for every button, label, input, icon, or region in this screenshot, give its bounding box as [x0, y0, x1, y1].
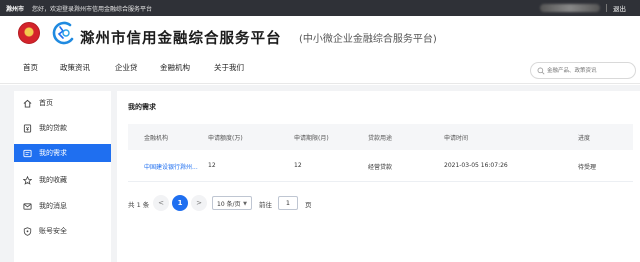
- search-icon[interactable]: [537, 67, 545, 75]
- sidebar-item-label: 账号安全: [39, 227, 67, 235]
- platform-logo-icon: [52, 21, 74, 45]
- chevron-down-icon: ▼: [243, 201, 247, 207]
- nav-item-policy[interactable]: 政策资讯: [60, 62, 90, 73]
- sidebar-item-label: 我的贷款: [39, 124, 67, 132]
- nav-item-institutions[interactable]: 金融机构: [160, 62, 190, 73]
- amount-cell: 12: [208, 162, 216, 169]
- column-header: 进度: [578, 135, 591, 142]
- purpose-cell: 经营贷款: [368, 164, 393, 171]
- page-number-current[interactable]: 1: [172, 195, 188, 211]
- table-row[interactable]: 中国建设银行滁州... 12 12 经营贷款 2021-03-05 16:07:…: [128, 150, 633, 182]
- next-page-button[interactable]: >: [191, 195, 207, 211]
- column-header: 金融机构: [144, 135, 169, 142]
- column-header: 贷款用途: [368, 135, 393, 142]
- demand-icon: [23, 149, 32, 157]
- pagination: 共 1 条 < 1 > 10 条/页 ▼ 前往 页: [128, 195, 428, 211]
- table-header: 金融机构 申请额度(万) 申请期限(月) 贷款用途 申请时间 进度: [128, 124, 633, 150]
- sidebar-item-home[interactable]: 首页: [14, 94, 111, 112]
- home-icon: [23, 99, 32, 108]
- goto-label: 前往: [259, 201, 272, 209]
- national-emblem-icon: [18, 22, 40, 44]
- star-icon: [23, 175, 32, 185]
- divider: [606, 4, 607, 12]
- sidebar-item-favorites[interactable]: 我的收藏: [14, 171, 111, 189]
- sidebar-item-label: 我的收藏: [39, 176, 67, 184]
- sidebar-item-my-loans[interactable]: 我的贷款: [14, 119, 111, 137]
- user-name-blurred[interactable]: [540, 4, 600, 12]
- prev-page-button[interactable]: <: [153, 195, 169, 211]
- top-bar-greeting: 滁州市 您好，欢迎登录滁州市信用金融综合服务平台: [6, 4, 152, 13]
- column-header: 申请额度(万): [208, 135, 243, 142]
- logout-link[interactable]: 退出: [613, 3, 626, 13]
- nav-item-enterprise-loan[interactable]: 企业贷: [115, 62, 138, 73]
- nav-item-about[interactable]: 关于我们: [214, 62, 244, 73]
- shield-icon: [23, 226, 32, 236]
- welcome-text: 您好，欢迎登录滁州市信用金融综合服务平台: [31, 6, 152, 13]
- site-subtitle: (中小微企业金融综合服务平台): [299, 34, 437, 45]
- search-box[interactable]: [530, 62, 636, 79]
- institution-link[interactable]: 中国建设银行滁州...: [144, 162, 198, 171]
- page-suffix-label: 页: [305, 201, 312, 209]
- city-label: 滁州市: [6, 6, 25, 13]
- message-icon: [23, 202, 32, 210]
- site-title: 滁州市信用金融综合服务平台: [80, 30, 282, 47]
- sidebar-item-account-security[interactable]: 账号安全: [14, 222, 111, 240]
- sidebar-item-label: 首页: [39, 99, 53, 107]
- sidebar-item-my-demands[interactable]: 我的需求: [14, 144, 111, 162]
- page-size-value: 10 条/页: [217, 200, 241, 208]
- column-header: 申请时间: [444, 135, 469, 142]
- content-panel: 我的需求 金融机构 申请额度(万) 申请期限(月) 贷款用途 申请时间 进度 中…: [117, 91, 640, 262]
- nav-item-home[interactable]: 首页: [23, 62, 38, 73]
- sidebar-item-label: 我的需求: [39, 149, 67, 157]
- total-count: 共 1 条: [128, 201, 150, 209]
- status-cell: 待受理: [578, 164, 597, 171]
- top-bar: 滁州市 您好，欢迎登录滁州市信用金融综合服务平台 退出: [0, 0, 640, 16]
- loan-icon: [23, 123, 32, 133]
- sidebar-item-messages[interactable]: 我的消息: [14, 197, 111, 215]
- page-title: 我的需求: [128, 103, 156, 111]
- page-size-select[interactable]: 10 条/页 ▼: [212, 196, 252, 210]
- search-input[interactable]: [547, 65, 633, 77]
- time-cell: 2021-03-05 16:07:26: [444, 162, 508, 169]
- term-cell: 12: [294, 162, 302, 169]
- goto-page-input[interactable]: [278, 196, 298, 210]
- column-header: 申请期限(月): [294, 135, 329, 142]
- sidebar: 首页 我的贷款 我的需求 我的收藏 我的消息 账号安全: [14, 91, 111, 262]
- sidebar-item-label: 我的消息: [39, 202, 67, 210]
